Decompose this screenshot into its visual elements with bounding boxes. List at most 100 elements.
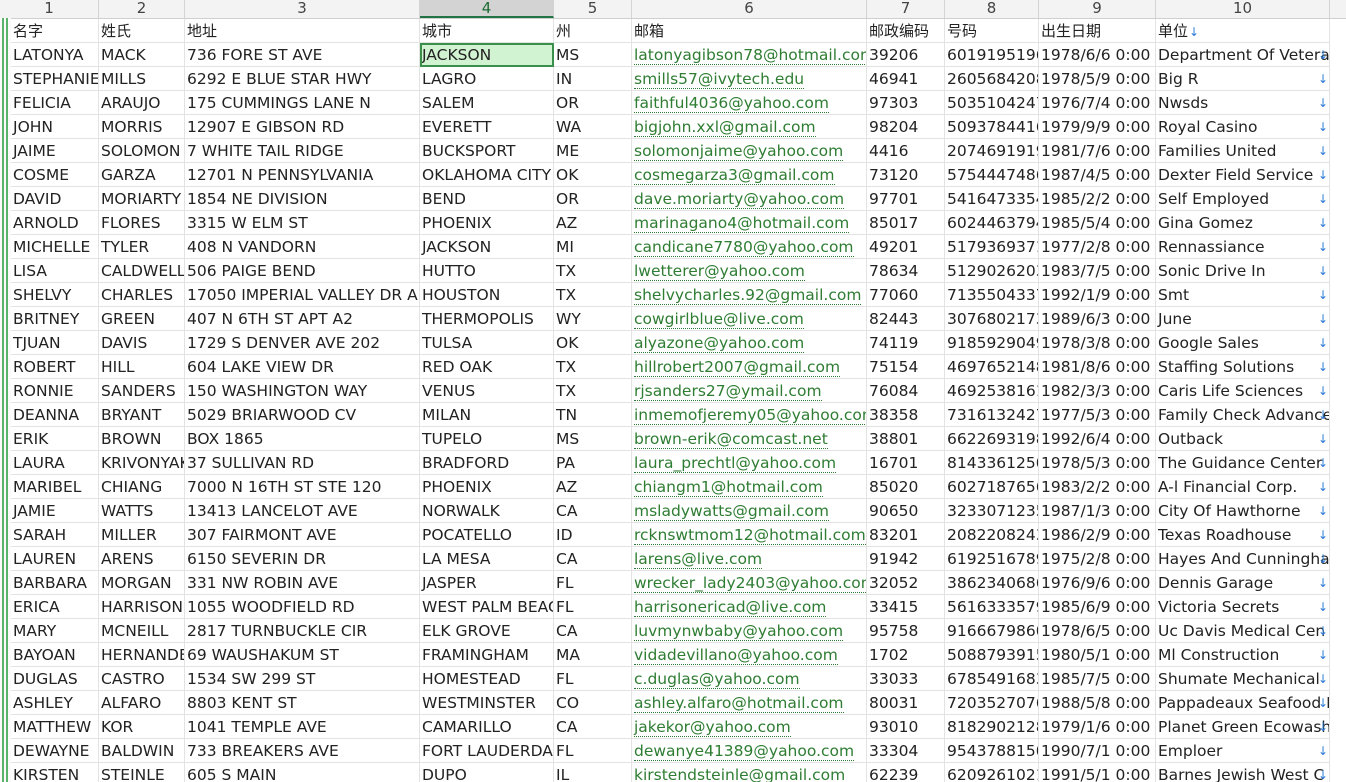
data-cell[interactable]: 1985/5/4 0:00: [1039, 211, 1156, 235]
data-cell[interactable]: JAIME: [11, 139, 99, 163]
data-cell[interactable]: 77060: [867, 283, 945, 307]
data-cell[interactable]: FELICIA: [11, 91, 99, 115]
data-cell[interactable]: 1977/2/8 0:00: [1039, 235, 1156, 259]
data-cell[interactable]: 13413 LANCELOT AVE: [185, 499, 420, 523]
email-cell[interactable]: marinagano4@hotmail.com: [632, 211, 867, 235]
data-cell[interactable]: BRYANT: [99, 403, 185, 427]
unit-cell[interactable]: Caris Life Sciences ↓: [1156, 379, 1330, 403]
data-cell[interactable]: MILAN: [420, 403, 554, 427]
dropdown-arrow-icon[interactable]: ↓: [1318, 667, 1328, 690]
spreadsheet-grid[interactable]: 1 2 3 4 5 6 7 8 9 10 名字 姓氏 地址 城市州邮箱 邮政编码 号码 出生日期 单位↓ LATO…: [0, 0, 1346, 782]
data-cell[interactable]: 2817 TURNBUCKLE CIR: [185, 619, 420, 643]
email-cell[interactable]: dave.moriarty@yahoo.com: [632, 187, 867, 211]
data-cell[interactable]: 38801: [867, 427, 945, 451]
data-cell[interactable]: FLORES: [99, 211, 185, 235]
data-cell[interactable]: 5179369371: [945, 235, 1039, 259]
column-header-1[interactable]: 1: [0, 0, 99, 18]
column-header-6[interactable]: 6: [632, 0, 867, 18]
data-cell[interactable]: OKLAHOMA CITY: [420, 163, 554, 187]
data-cell[interactable]: 1978/3/8 0:00: [1039, 331, 1156, 355]
email-link[interactable]: dave.moriarty@yahoo.com: [634, 190, 845, 209]
unit-cell[interactable]: Families United ↓: [1156, 139, 1330, 163]
unit-cell[interactable]: A-l Financial Corp. ↓: [1156, 475, 1330, 499]
data-cell[interactable]: LAURA: [11, 451, 99, 475]
data-cell[interactable]: BEND: [420, 187, 554, 211]
data-cell[interactable]: MORRIS: [99, 115, 185, 139]
data-cell[interactable]: 97701: [867, 187, 945, 211]
unit-cell[interactable]: Hayes And Cunninghar ↓: [1156, 547, 1330, 571]
email-link[interactable]: c.duglas@yahoo.com: [634, 670, 800, 689]
email-cell[interactable]: ashley.alfaro@hotmail.com: [632, 691, 867, 715]
data-cell[interactable]: ME: [554, 139, 632, 163]
data-cell[interactable]: 1983/7/5 0:00: [1039, 259, 1156, 283]
data-cell[interactable]: 1982/3/3 0:00: [1039, 379, 1156, 403]
email-link[interactable]: candicane7780@yahoo.com: [634, 238, 854, 257]
data-cell[interactable]: 6150 SEVERIN DR: [185, 547, 420, 571]
email-link[interactable]: faithful4036@yahoo.com: [634, 94, 829, 113]
data-cell[interactable]: NORWALK: [420, 499, 554, 523]
email-link[interactable]: inmemofjeremy05@yahoo.com: [634, 406, 866, 425]
column-header-9[interactable]: 9: [1039, 0, 1156, 18]
data-cell[interactable]: HOMESTEAD: [420, 667, 554, 691]
column-header-4[interactable]: 4: [420, 0, 554, 18]
data-cell[interactable]: TX: [554, 259, 632, 283]
data-cell[interactable]: 6027187656: [945, 475, 1039, 499]
email-link[interactable]: cosmegarza3@gmail.com: [634, 166, 835, 185]
column-title[interactable]: 号码: [945, 19, 1039, 43]
email-link[interactable]: brown-erik@comcast.net: [634, 430, 828, 449]
data-cell[interactable]: 97303: [867, 91, 945, 115]
data-cell[interactable]: 6019195196: [945, 43, 1039, 67]
email-cell[interactable]: brown-erik@comcast.net: [632, 427, 867, 451]
data-cell[interactable]: 82443: [867, 307, 945, 331]
data-cell[interactable]: JACKSON: [420, 235, 554, 259]
email-cell[interactable]: alyazone@yahoo.com: [632, 331, 867, 355]
data-cell[interactable]: 9185929049: [945, 331, 1039, 355]
data-cell[interactable]: ARAUJO: [99, 91, 185, 115]
dropdown-arrow-icon[interactable]: ↓: [1318, 571, 1328, 594]
data-cell[interactable]: 1702: [867, 643, 945, 667]
email-cell[interactable]: cosmegarza3@gmail.com: [632, 163, 867, 187]
data-cell[interactable]: KOR: [99, 715, 185, 739]
data-cell[interactable]: COSME: [11, 163, 99, 187]
email-cell[interactable]: laura_prechtl@yahoo.com: [632, 451, 867, 475]
dropdown-arrow-icon[interactable]: ↓: [1318, 91, 1328, 114]
data-cell[interactable]: 2605684208: [945, 67, 1039, 91]
data-cell[interactable]: DAVID: [11, 187, 99, 211]
data-cell[interactable]: 1976/9/6 0:00: [1039, 571, 1156, 595]
data-cell[interactable]: POCATELLO: [420, 523, 554, 547]
data-cell[interactable]: 2082208243: [945, 523, 1039, 547]
data-cell[interactable]: 62239: [867, 763, 945, 782]
data-cell[interactable]: MORIARTY: [99, 187, 185, 211]
data-cell[interactable]: CO: [554, 691, 632, 715]
data-cell[interactable]: KIRSTEN: [11, 763, 99, 782]
data-cell[interactable]: 1975/2/8 0:00: [1039, 547, 1156, 571]
unit-cell[interactable]: Victoria Secrets ↓: [1156, 595, 1330, 619]
data-cell[interactable]: 1981/7/6 0:00: [1039, 139, 1156, 163]
email-link[interactable]: laura_prechtl@yahoo.com: [634, 454, 837, 473]
data-cell[interactable]: 78634: [867, 259, 945, 283]
data-cell[interactable]: FRAMINGHAM: [420, 643, 554, 667]
unit-cell[interactable]: Big R ↓: [1156, 67, 1330, 91]
unit-cell[interactable]: Planet Green Ecowash ↓: [1156, 715, 1330, 739]
data-cell[interactable]: TULSA: [420, 331, 554, 355]
data-cell[interactable]: 69 WAUSHAKUM ST: [185, 643, 420, 667]
email-link[interactable]: ashley.alfaro@hotmail.com: [634, 694, 844, 713]
email-link[interactable]: chiangm1@hotmail.com: [634, 478, 823, 497]
data-cell[interactable]: DEANNA: [11, 403, 99, 427]
data-cell[interactable]: 5616333579: [945, 595, 1039, 619]
dropdown-arrow-icon[interactable]: ↓: [1318, 331, 1328, 354]
data-cell[interactable]: HARRISON: [99, 595, 185, 619]
data-cell[interactable]: 33304: [867, 739, 945, 763]
unit-cell[interactable]: Gina Gomez ↓: [1156, 211, 1330, 235]
dropdown-arrow-icon[interactable]: ↓: [1318, 619, 1328, 642]
email-link[interactable]: solomonjaime@yahoo.com: [634, 142, 844, 161]
email-link[interactable]: larens@live.com: [634, 550, 763, 569]
email-cell[interactable]: msladywatts@gmail.com: [632, 499, 867, 523]
column-header-7[interactable]: 7: [867, 0, 945, 18]
data-cell[interactable]: SANDERS: [99, 379, 185, 403]
dropdown-arrow-icon[interactable]: ↓: [1318, 115, 1328, 138]
data-cell[interactable]: 1041 TEMPLE AVE: [185, 715, 420, 739]
unit-cell[interactable]: Barnes Jewish West C ↓: [1156, 763, 1330, 782]
data-cell[interactable]: 5035104247: [945, 91, 1039, 115]
email-cell[interactable]: latonyagibson78@hotmail.com: [632, 43, 867, 67]
